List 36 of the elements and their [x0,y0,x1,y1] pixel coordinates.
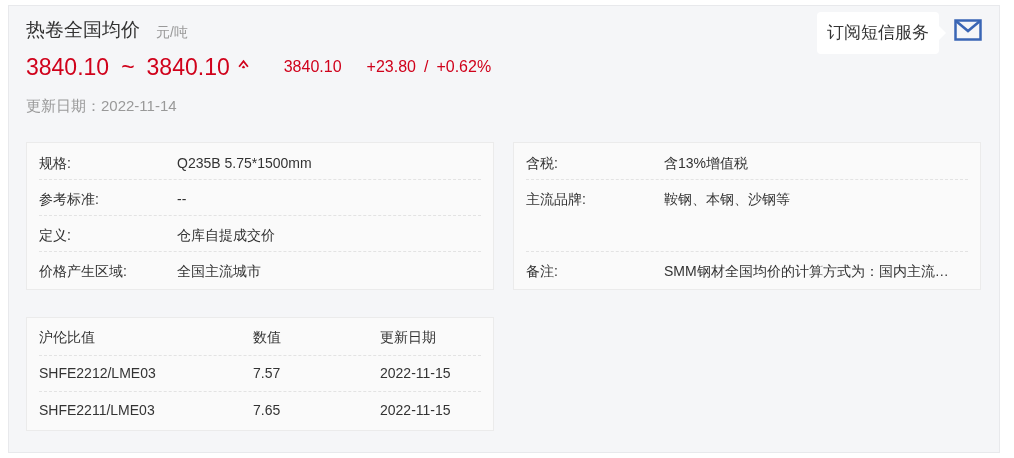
field-value: 全国主流城市 [177,262,261,281]
table-cell-text: 2022-11-15 [380,364,452,383]
field-value: 仓库自提成交价 [177,226,275,245]
up-trend-icon [237,58,249,70]
field-label: 备注: [526,262,559,281]
column-header: 数值 [253,328,282,347]
price-high: 3840.10 [146,53,230,82]
field-label: 定义: [39,226,72,245]
unit-label: 元/吨 [156,23,188,42]
field-value: SMM钢材全国均价的计算方式为：国内主流… [664,262,949,281]
price-change: +23.80 [366,57,416,78]
field-label: 价格产生区域: [39,262,128,281]
table-cell-text: 7.57 [253,364,282,383]
field-value: Q235B 5.75*1500mm [177,154,312,173]
table-cell-text: 7.65 [253,400,282,420]
subscribe-tooltip: 订阅短信服务 [817,12,939,54]
column-header: 更新日期 [380,328,437,347]
field-label: 主流品牌: [526,190,587,209]
change-percent: +0.62% [436,57,492,78]
field-value: 鞍钢、本钢、沙钢等 [664,190,790,209]
mail-icon[interactable] [954,19,982,41]
field-value: -- [177,190,187,209]
average-price: 3840.10 [283,57,342,78]
field-label: 含税: [526,154,559,173]
update-date: 更新日期：2022-11-14 [26,95,178,116]
field-label: 参考标准: [39,190,100,209]
field-label: 规格: [39,154,72,173]
field-value: 含13%增值税 [664,154,749,173]
price-low: 3840.10 [26,53,110,82]
change-separator: / [423,57,429,78]
table-cell-text: 2022-11-15 [380,400,452,420]
range-separator: ~ [121,53,135,82]
table-cell-text: SHFE2212/LME03 [39,364,157,383]
table-cell-text: SHFE2211/LME03 [39,400,156,420]
column-header: 沪伦比值 [39,328,96,347]
product-title: 热卷全国均价 [26,18,140,42]
